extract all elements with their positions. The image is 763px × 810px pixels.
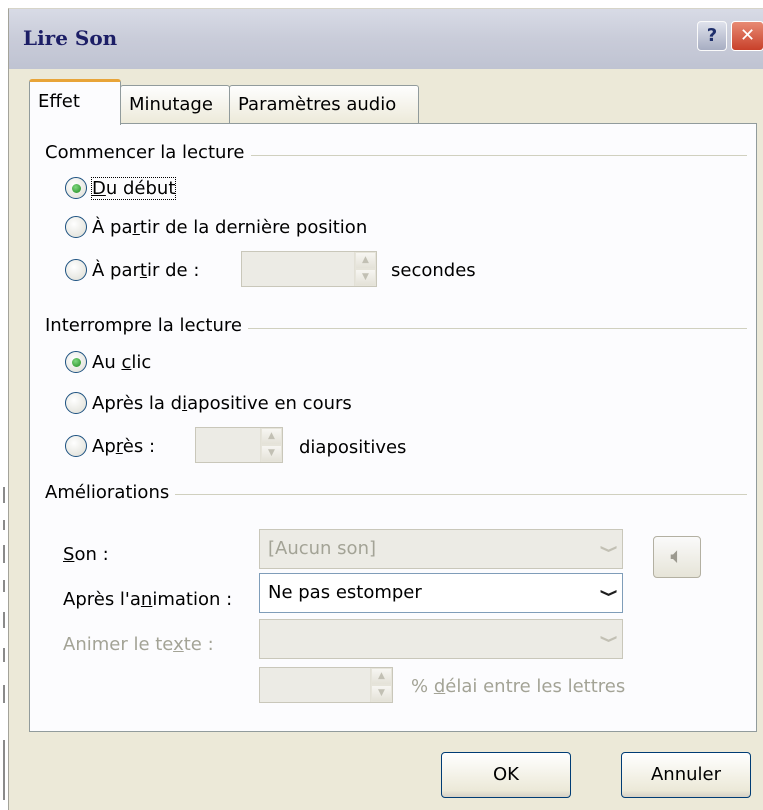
radio-label: À partir de : <box>92 259 200 281</box>
radio-label: À partir de la dernière position <box>92 216 368 238</box>
window-title: Lire Son <box>23 26 118 50</box>
sound-label: Son : <box>63 544 109 565</box>
spin-up-icon[interactable]: ▲ <box>371 668 392 685</box>
radio-from-last-position[interactable]: À partir de la dernière position <box>65 216 367 238</box>
speaker-button[interactable]: 🔈︎ <box>653 536 701 578</box>
close-button[interactable]: ✕ <box>731 21 763 51</box>
animate-text-dropdown[interactable]: ❯ <box>259 619 623 659</box>
radio-label: Du début <box>90 176 177 200</box>
after-animation-value: Ne pas estomper <box>268 582 422 603</box>
lire-son-dialog: Lire Son ? ✕ Effet Minutage Paramètres a… <box>8 8 763 810</box>
radio-from-time[interactable]: À partir de : <box>65 259 199 281</box>
radio-after-current-slide[interactable]: Après la diapositive en cours <box>65 392 352 414</box>
tab-effet-label: Effet <box>38 91 80 112</box>
chevron-down-icon: ❯ <box>600 544 620 554</box>
seconds-unit-label: secondes <box>391 260 476 281</box>
radio-from-start[interactable]: Du début <box>65 176 177 200</box>
spin-down-icon[interactable]: ▼ <box>355 269 376 286</box>
ok-button[interactable]: OK <box>441 752 571 798</box>
radio-label: Au clic <box>92 351 152 373</box>
letter-delay-spinner[interactable]: ▲ ▼ <box>259 667 393 703</box>
animate-text-label: Animer le texte : <box>63 634 214 655</box>
spin-up-icon[interactable]: ▲ <box>355 252 376 269</box>
spin-down-icon[interactable]: ▼ <box>371 685 392 702</box>
slides-unit-label: diapositives <box>299 437 407 458</box>
radio-button[interactable] <box>65 351 87 373</box>
radio-button[interactable] <box>65 259 87 281</box>
close-icon: ✕ <box>739 25 756 46</box>
slides-spinner[interactable]: ▲ ▼ <box>195 427 283 463</box>
tab-parametres-audio[interactable]: Paramètres audio <box>229 85 419 125</box>
enhancements-group-title: Améliorations <box>45 482 176 503</box>
radio-label: Après la diapositive en cours <box>92 392 352 414</box>
after-animation-label: Après l'animation : <box>63 589 233 610</box>
radio-button[interactable] <box>65 392 87 414</box>
start-group-title: Commencer la lecture <box>45 142 251 163</box>
title-bar: Lire Son ? ✕ <box>9 9 763 69</box>
radio-after-slides[interactable]: Après : <box>65 435 155 457</box>
help-button[interactable]: ? <box>697 21 727 51</box>
spin-up-icon[interactable]: ▲ <box>261 428 282 445</box>
radio-on-click[interactable]: Au clic <box>65 351 151 373</box>
tab-minutage-label: Minutage <box>129 94 213 115</box>
cancel-button[interactable]: Annuler <box>621 752 751 798</box>
radio-label: Après : <box>92 435 156 457</box>
tab-parametres-audio-label: Paramètres audio <box>238 94 397 115</box>
radio-button[interactable] <box>65 177 87 199</box>
speaker-icon: 🔈︎ <box>670 544 684 569</box>
stop-group-title: Interrompre la lecture <box>45 315 248 336</box>
after-animation-dropdown[interactable]: Ne pas estomper ❯ <box>259 573 623 613</box>
seconds-spinner[interactable]: ▲ ▼ <box>241 251 377 287</box>
tab-minutage[interactable]: Minutage <box>120 85 230 125</box>
radio-button[interactable] <box>65 216 87 238</box>
chevron-down-icon: ❯ <box>600 634 620 644</box>
letter-delay-label: % délai entre les lettres <box>411 676 626 697</box>
window-edge <box>0 0 8 810</box>
sound-dropdown[interactable]: [Aucun son] ❯ <box>259 529 623 569</box>
spin-down-icon[interactable]: ▼ <box>261 445 282 462</box>
radio-button[interactable] <box>65 435 87 457</box>
sound-value: [Aucun son] <box>268 538 376 559</box>
chevron-down-icon: ❯ <box>600 588 620 598</box>
tab-effet[interactable]: Effet <box>29 79 121 125</box>
